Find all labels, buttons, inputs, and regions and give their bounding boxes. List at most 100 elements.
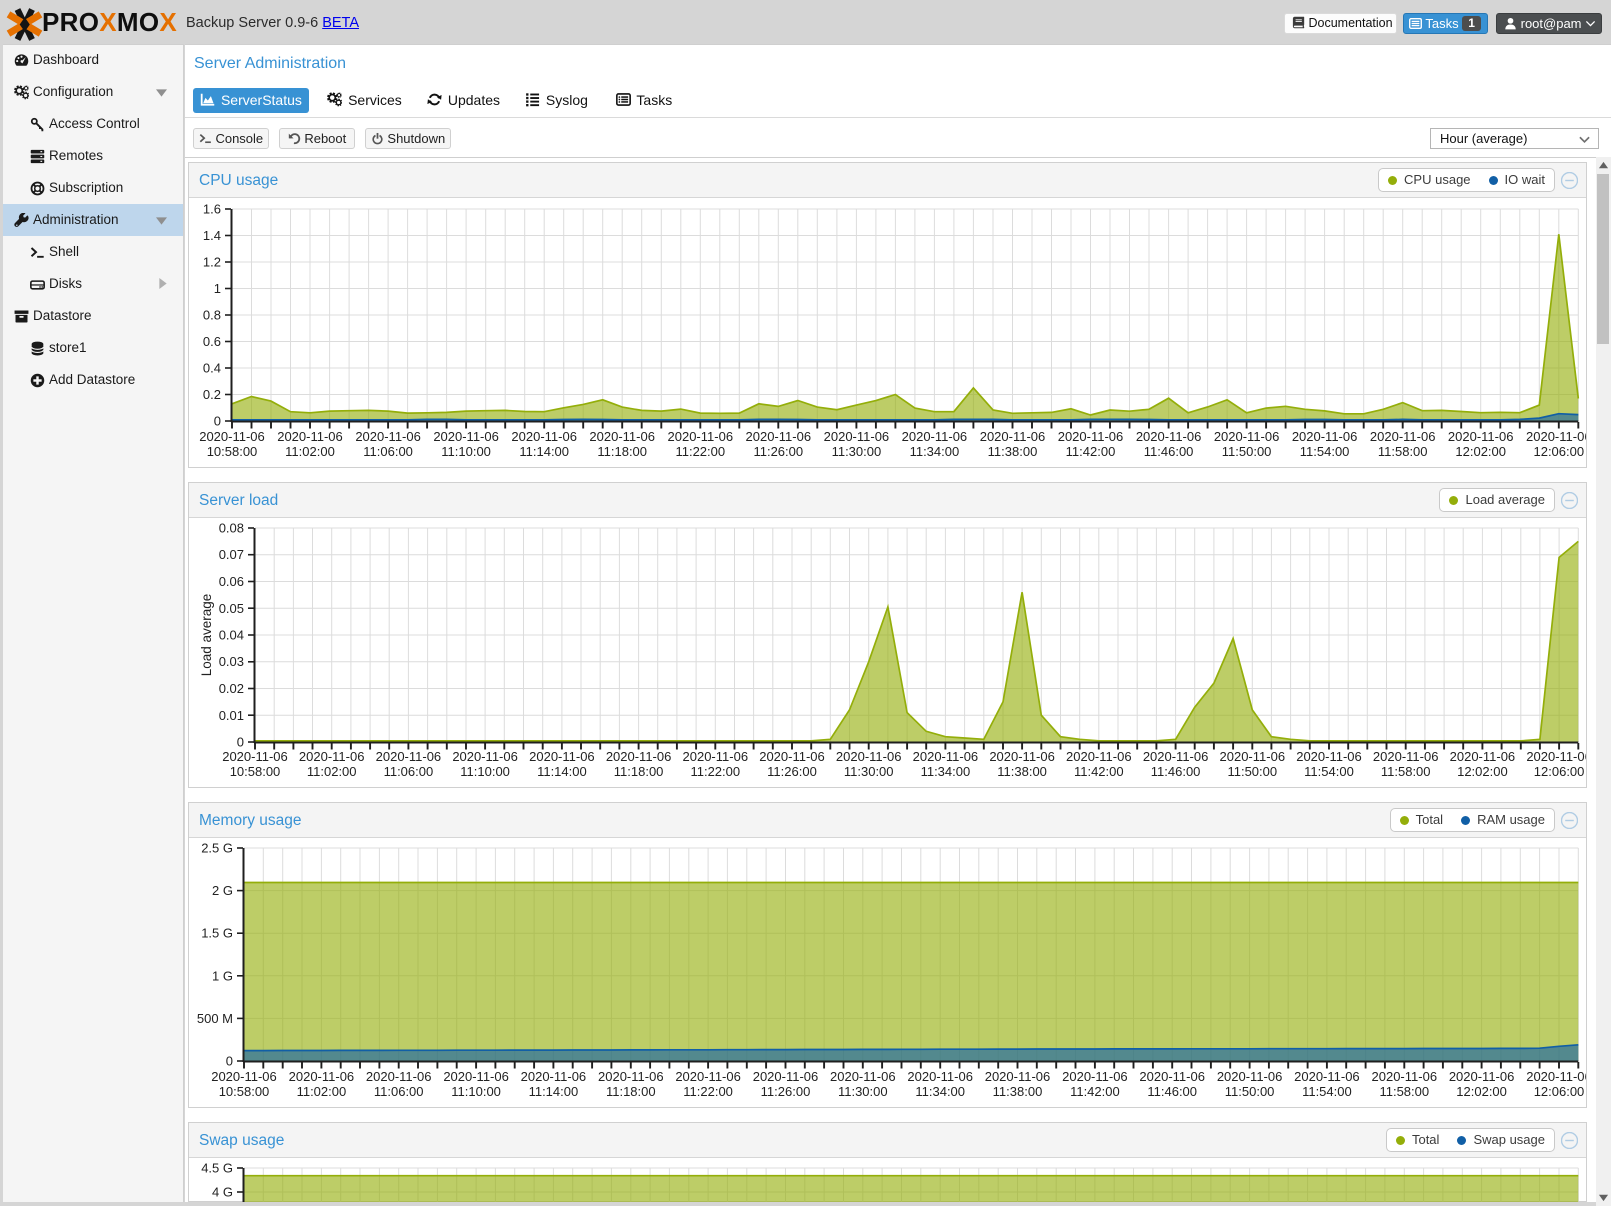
svg-text:11:10:00: 11:10:00 (441, 444, 491, 459)
svg-text:12:02:00: 12:02:00 (1455, 444, 1506, 459)
svg-text:2020-11-06: 2020-11-06 (902, 429, 968, 444)
svg-text:1.5 G: 1.5 G (201, 926, 233, 941)
svg-text:2020-11-06: 2020-11-06 (1058, 429, 1124, 444)
svg-text:2020-11-06: 2020-11-06 (289, 1069, 355, 1084)
svg-text:11:02:00: 11:02:00 (285, 444, 335, 459)
svg-text:0.06: 0.06 (219, 574, 244, 589)
svg-text:2020-11-06: 2020-11-06 (907, 1069, 973, 1084)
svg-text:2020-11-06: 2020-11-06 (1370, 429, 1436, 444)
svg-text:2020-11-06: 2020-11-06 (433, 429, 499, 444)
svg-text:2020-11-06: 2020-11-06 (836, 749, 902, 764)
svg-text:2020-11-06: 2020-11-06 (529, 749, 595, 764)
svg-text:11:02:00: 11:02:00 (297, 1084, 347, 1099)
svg-text:2020-11-06: 2020-11-06 (980, 429, 1046, 444)
svg-text:2020-11-06: 2020-11-06 (759, 749, 825, 764)
svg-text:2020-11-06: 2020-11-06 (1448, 429, 1514, 444)
svg-text:2020-11-06: 2020-11-06 (830, 1069, 896, 1084)
svg-text:11:34:00: 11:34:00 (915, 1084, 965, 1099)
svg-text:11:50:00: 11:50:00 (1225, 1084, 1275, 1099)
svg-text:11:38:00: 11:38:00 (997, 764, 1047, 779)
svg-text:1: 1 (214, 281, 221, 296)
svg-text:11:22:00: 11:22:00 (675, 444, 725, 459)
svg-text:2020-11-06: 2020-11-06 (1294, 1069, 1360, 1084)
svg-text:11:30:00: 11:30:00 (844, 764, 894, 779)
svg-text:2 G: 2 G (212, 883, 233, 898)
svg-text:1.4: 1.4 (203, 228, 221, 243)
svg-text:2020-11-06: 2020-11-06 (598, 1069, 664, 1084)
svg-text:11:46:00: 11:46:00 (1151, 764, 1201, 779)
svg-text:2020-11-06: 2020-11-06 (199, 429, 265, 444)
svg-text:2020-11-06: 2020-11-06 (1066, 749, 1132, 764)
svg-text:11:06:00: 11:06:00 (384, 764, 434, 779)
svg-text:2020-11-06: 2020-11-06 (1372, 1069, 1438, 1084)
svg-text:11:26:00: 11:26:00 (761, 1084, 811, 1099)
svg-text:0: 0 (226, 1054, 233, 1069)
svg-text:11:54:00: 11:54:00 (1304, 764, 1354, 779)
svg-text:2020-11-06: 2020-11-06 (683, 749, 749, 764)
svg-text:4.5 G: 4.5 G (201, 1161, 233, 1176)
svg-text:11:34:00: 11:34:00 (910, 444, 960, 459)
svg-text:2020-11-06: 2020-11-06 (1217, 1069, 1283, 1084)
svg-text:Load average: Load average (199, 594, 214, 677)
svg-text:1 G: 1 G (212, 968, 233, 983)
svg-text:2020-11-06: 2020-11-06 (1292, 429, 1358, 444)
svg-text:11:14:00: 11:14:00 (529, 1084, 579, 1099)
svg-text:4 G: 4 G (212, 1185, 233, 1200)
svg-text:0.08: 0.08 (219, 521, 244, 536)
svg-text:2020-11-06: 2020-11-06 (753, 1069, 819, 1084)
svg-text:11:38:00: 11:38:00 (993, 1084, 1043, 1099)
svg-text:11:14:00: 11:14:00 (519, 444, 569, 459)
svg-text:0.07: 0.07 (219, 547, 244, 562)
svg-text:2020-11-06: 2020-11-06 (1062, 1069, 1128, 1084)
svg-text:11:30:00: 11:30:00 (838, 1084, 888, 1099)
svg-text:11:46:00: 11:46:00 (1144, 444, 1194, 459)
svg-text:0.03: 0.03 (219, 654, 244, 669)
svg-text:11:22:00: 11:22:00 (683, 1084, 733, 1099)
svg-text:11:42:00: 11:42:00 (1074, 764, 1124, 779)
svg-text:2020-11-06: 2020-11-06 (1526, 429, 1586, 444)
svg-text:2020-11-06: 2020-11-06 (1139, 1069, 1205, 1084)
svg-text:10:58:00: 10:58:00 (207, 444, 258, 459)
svg-text:11:50:00: 11:50:00 (1222, 444, 1272, 459)
svg-text:2020-11-06: 2020-11-06 (366, 1069, 432, 1084)
svg-text:2020-11-06: 2020-11-06 (746, 429, 812, 444)
svg-text:11:34:00: 11:34:00 (921, 764, 971, 779)
svg-text:2020-11-06: 2020-11-06 (985, 1069, 1051, 1084)
svg-text:11:06:00: 11:06:00 (374, 1084, 424, 1099)
svg-text:2020-11-06: 2020-11-06 (1220, 749, 1286, 764)
svg-text:11:22:00: 11:22:00 (690, 764, 740, 779)
svg-text:2020-11-06: 2020-11-06 (1450, 749, 1516, 764)
svg-text:2.5 G: 2.5 G (201, 841, 233, 856)
svg-text:12:06:00: 12:06:00 (1534, 764, 1585, 779)
svg-text:11:10:00: 11:10:00 (460, 764, 510, 779)
svg-text:11:06:00: 11:06:00 (363, 444, 413, 459)
svg-text:2020-11-06: 2020-11-06 (606, 749, 672, 764)
svg-text:2020-11-06: 2020-11-06 (222, 749, 288, 764)
svg-text:10:58:00: 10:58:00 (230, 764, 281, 779)
svg-text:1.6: 1.6 (203, 202, 221, 217)
svg-text:2020-11-06: 2020-11-06 (913, 749, 979, 764)
svg-text:1.2: 1.2 (203, 255, 221, 270)
svg-text:2020-11-06: 2020-11-06 (589, 429, 655, 444)
svg-text:0.05: 0.05 (219, 601, 244, 616)
svg-text:11:18:00: 11:18:00 (606, 1084, 656, 1099)
svg-text:11:30:00: 11:30:00 (832, 444, 882, 459)
svg-text:11:26:00: 11:26:00 (753, 444, 803, 459)
svg-text:2020-11-06: 2020-11-06 (989, 749, 1055, 764)
svg-text:2020-11-06: 2020-11-06 (1373, 749, 1439, 764)
svg-text:2020-11-06: 2020-11-06 (1526, 1069, 1586, 1084)
svg-text:11:18:00: 11:18:00 (614, 764, 664, 779)
svg-text:2020-11-06: 2020-11-06 (299, 749, 365, 764)
svg-text:12:02:00: 12:02:00 (1456, 1084, 1507, 1099)
svg-text:2020-11-06: 2020-11-06 (668, 429, 734, 444)
svg-text:11:38:00: 11:38:00 (988, 444, 1038, 459)
svg-text:11:46:00: 11:46:00 (1147, 1084, 1197, 1099)
svg-text:2020-11-06: 2020-11-06 (1449, 1069, 1515, 1084)
svg-text:2020-11-06: 2020-11-06 (443, 1069, 509, 1084)
svg-text:2020-11-06: 2020-11-06 (211, 1069, 277, 1084)
svg-text:0: 0 (237, 735, 244, 750)
svg-text:2020-11-06: 2020-11-06 (452, 749, 518, 764)
svg-text:11:02:00: 11:02:00 (307, 764, 357, 779)
svg-text:11:42:00: 11:42:00 (1066, 444, 1116, 459)
svg-text:0.6: 0.6 (203, 334, 221, 349)
